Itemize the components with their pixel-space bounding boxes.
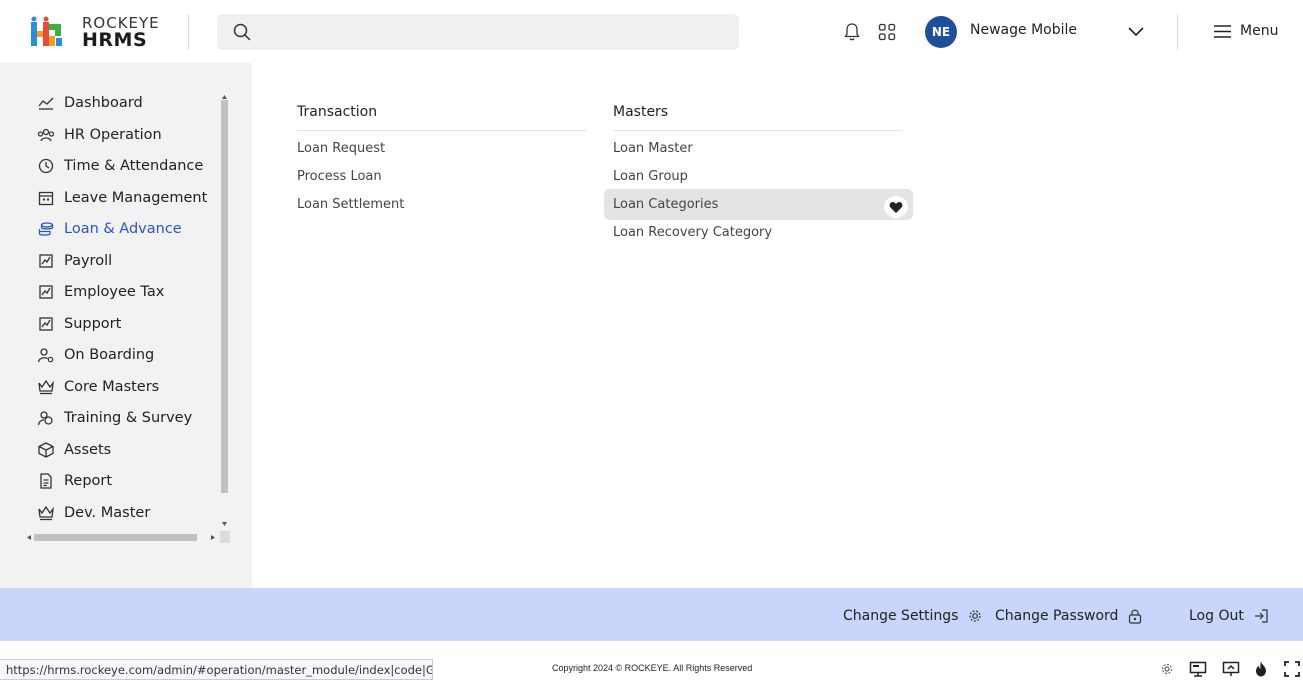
change-settings-label: Change Settings: [843, 608, 959, 624]
gear-icon: [969, 610, 982, 622]
lock-icon: [1129, 609, 1142, 624]
change-password-label: Change Password: [995, 608, 1119, 624]
sidebar-item-label: Employee Tax: [64, 284, 165, 300]
chevron-down-icon[interactable]: [1127, 25, 1145, 39]
sidebar-item-label: Dashboard: [64, 95, 143, 111]
sidebar-item-label: Assets: [64, 442, 112, 458]
sidebar-item-report[interactable]: Report: [37, 469, 217, 493]
header-divider: [188, 14, 189, 50]
link-loan-settlement[interactable]: Loan Settlement: [297, 197, 404, 212]
sidebar-item-payroll[interactable]: Payroll: [37, 249, 217, 273]
header-divider: [1177, 14, 1178, 50]
sidebar-item-employee-tax[interactable]: Employee Tax: [37, 280, 217, 304]
bell-icon[interactable]: [843, 22, 861, 42]
box-icon: [38, 442, 54, 458]
logout-icon: [1254, 609, 1268, 623]
scroll-right-arrow-icon[interactable]: [210, 534, 216, 541]
crown-icon: [38, 379, 54, 395]
sidebar-item-hr-operation[interactable]: HR Operation: [37, 123, 217, 147]
presentation-icon[interactable]: [1189, 660, 1207, 678]
sidebar-item-label: Payroll: [64, 253, 113, 269]
calendar-icon: [38, 191, 54, 206]
sidebar-item-dashboard[interactable]: Dashboard: [37, 91, 217, 115]
sidebar-item-label: Core Masters: [64, 379, 160, 395]
document-icon: [40, 473, 52, 489]
flame-icon[interactable]: [1252, 660, 1270, 678]
menu-button[interactable]: Menu: [1213, 22, 1283, 42]
heart-icon: [889, 202, 903, 213]
fullscreen-icon[interactable]: [1283, 660, 1301, 678]
sidebar-item-label: Loan & Advance: [64, 221, 182, 237]
sidebar-item-label: HR Operation: [64, 127, 162, 143]
masters-divider: [613, 130, 902, 131]
link-loan-master[interactable]: Loan Master: [613, 141, 693, 156]
search-box[interactable]: [217, 14, 739, 50]
sidebar-item-leave-management[interactable]: Leave Management: [37, 186, 217, 210]
crown-icon: [38, 505, 54, 521]
hamburger-icon: [1214, 25, 1231, 38]
user-gear-icon: [37, 348, 54, 363]
sidebar-item-label: Training & Survey: [64, 410, 193, 426]
link-loan-categories[interactable]: Loan Categories: [613, 197, 718, 212]
sidebar-item-training-survey[interactable]: Training & Survey: [37, 406, 217, 430]
sidebar-item-on-boarding[interactable]: On Boarding: [37, 343, 217, 367]
transaction-heading: Transaction: [297, 104, 378, 120]
sidebar-item-label: On Boarding: [64, 347, 155, 363]
sidebar-item-label: Support: [64, 316, 122, 332]
change-password-button[interactable]: Change Password: [995, 606, 1143, 626]
scroll-left-arrow-icon[interactable]: [26, 534, 32, 541]
sidebar-item-label: Time & Attendance: [64, 158, 204, 174]
screen-share-icon[interactable]: [1222, 660, 1240, 678]
link-loan-group[interactable]: Loan Group: [613, 169, 688, 184]
change-settings-button[interactable]: Change Settings: [843, 606, 983, 626]
log-out-button[interactable]: Log Out: [1189, 606, 1269, 626]
search-input[interactable]: [261, 14, 731, 50]
top-header: ROCKEYE HRMS NE Newage Mobile Menu: [0, 0, 1303, 63]
sidebar-item-dev-master[interactable]: Dev. Master: [37, 501, 217, 525]
sidebar-item-loan-advance[interactable]: Loan & Advance: [37, 217, 217, 241]
logo-brand-bottom: HRMS: [82, 29, 148, 51]
link-loan-request[interactable]: Loan Request: [297, 141, 385, 156]
coins-icon: [38, 222, 54, 236]
settings-gear-icon[interactable]: [1158, 660, 1176, 678]
link-process-loan[interactable]: Process Loan: [297, 169, 382, 184]
app-logo[interactable]: ROCKEYE HRMS: [29, 14, 169, 52]
favorite-button[interactable]: [884, 196, 908, 218]
sidebar-item-time-attendance[interactable]: Time & Attendance: [37, 154, 217, 178]
transaction-divider: [297, 130, 586, 131]
link-loan-recovery-category[interactable]: Loan Recovery Category: [613, 225, 772, 240]
horizontal-scrollbar-thumb[interactable]: [34, 534, 197, 541]
sidebar-item-label: Report: [64, 473, 113, 489]
logo-mark-icon: [31, 16, 62, 46]
sidebar-item-core-masters[interactable]: Core Masters: [37, 375, 217, 399]
dashboard-icon: [38, 97, 54, 110]
status-url-tooltip: https://hrms.rockeye.com/admin/#operatio…: [0, 659, 433, 680]
copyright-text: Copyright 2024 © ROCKEYE. All Rights Res…: [552, 663, 753, 673]
avatar[interactable]: NE: [925, 16, 957, 48]
sidebar-item-assets[interactable]: Assets: [37, 438, 217, 462]
scrollbar-corner: [220, 531, 230, 543]
sidebar: Dashboard HR Operation Time & Attendance…: [0, 63, 252, 588]
sidebar-item-label: Leave Management: [64, 190, 208, 206]
clock-history-icon: [38, 158, 54, 174]
log-out-label: Log Out: [1189, 608, 1244, 624]
apps-grid-icon[interactable]: [878, 23, 896, 41]
chart-icon: [39, 254, 53, 268]
chart-icon: [39, 317, 53, 331]
scroll-down-arrow-icon[interactable]: [221, 521, 228, 527]
masters-heading: Masters: [613, 104, 669, 120]
hr-operation-icon: [37, 128, 55, 142]
search-icon: [233, 23, 251, 41]
chart-icon: [39, 285, 53, 299]
vertical-scrollbar-thumb[interactable]: [221, 100, 228, 493]
user-name[interactable]: Newage Mobile: [970, 22, 1077, 38]
sidebar-item-label: Dev. Master: [64, 505, 151, 521]
users-icon: [37, 411, 53, 426]
sidebar-item-support[interactable]: Support: [37, 312, 217, 336]
menu-label: Menu: [1240, 23, 1279, 39]
